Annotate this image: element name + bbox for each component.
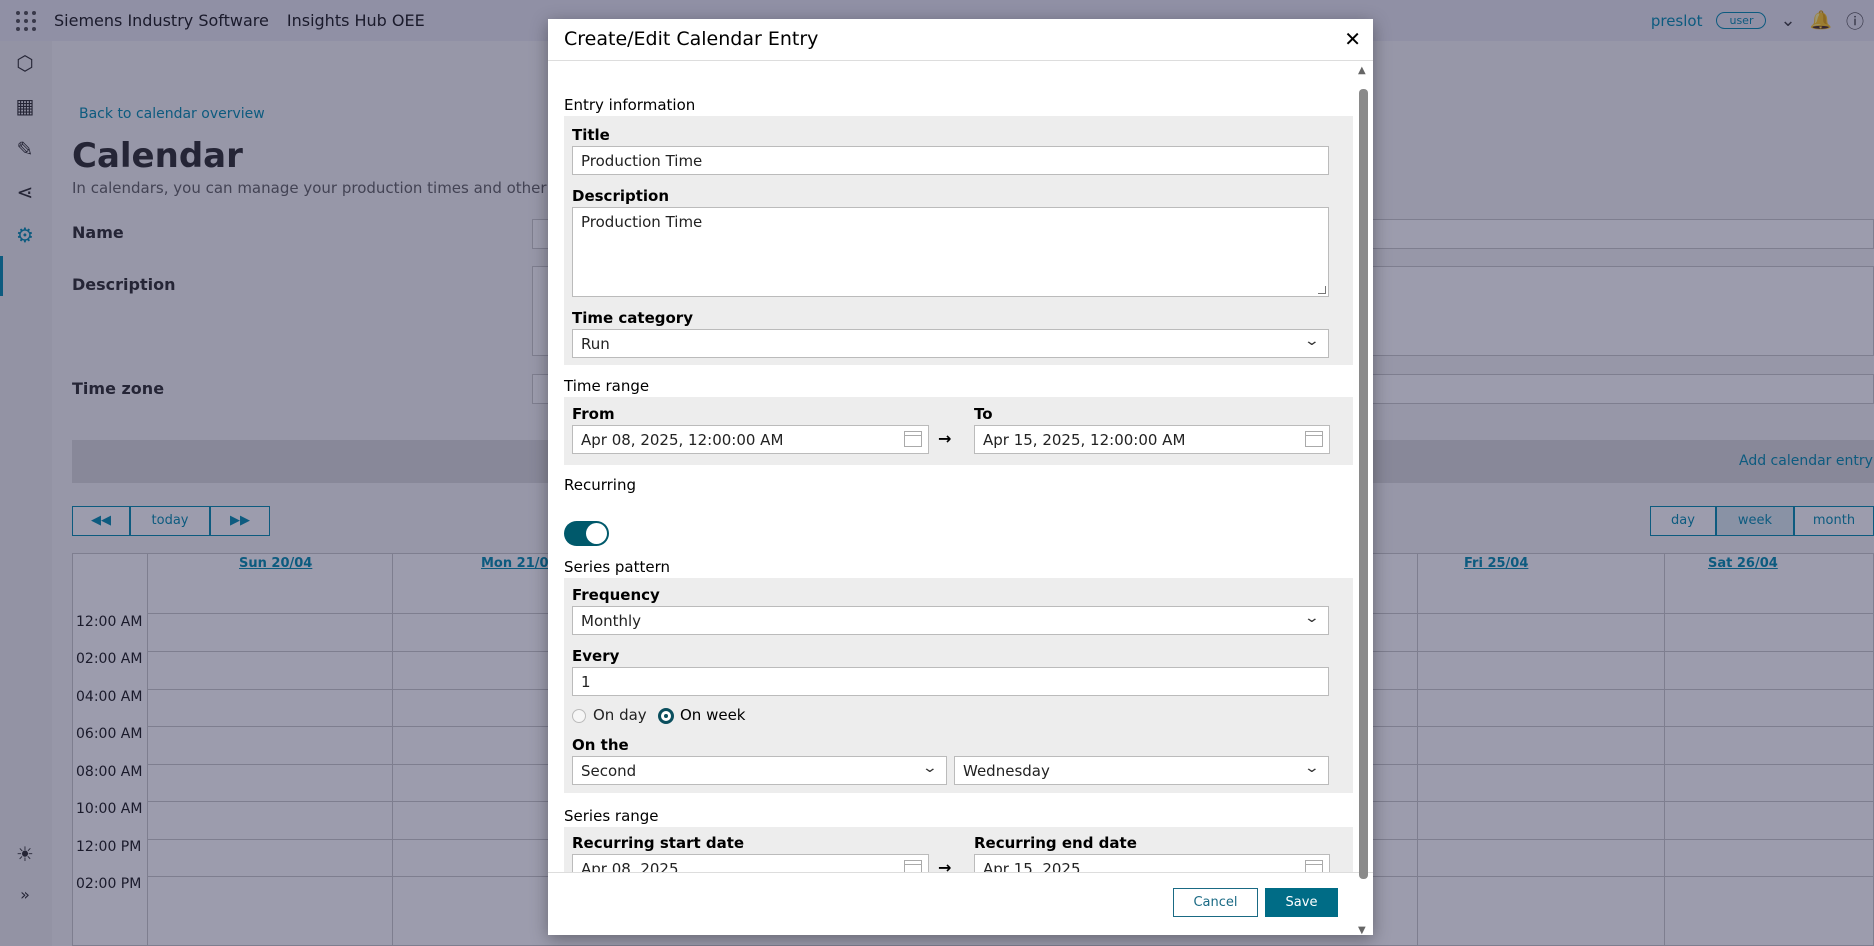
arrow-right-icon: → (938, 429, 952, 448)
to-label: To (974, 405, 993, 423)
end-date-label: Recurring end date (974, 834, 1137, 852)
to-date-value: Apr 15, 2025, 12:00:00 AM (983, 431, 1186, 449)
every-input[interactable]: 1 (572, 667, 1329, 696)
on-week-radio[interactable] (658, 708, 674, 724)
dialog-header: Create/Edit Calendar Entry ✕ (548, 19, 1373, 61)
on-day-radio[interactable] (572, 709, 586, 723)
section-series-pattern: Series pattern (564, 558, 671, 576)
recurring-label: Recurring (564, 476, 636, 494)
on-the-label: On the (572, 736, 629, 754)
scrollbar[interactable]: ▲ ▼ (1354, 61, 1373, 941)
title-label: Title (572, 126, 610, 144)
dialog-body: Entry information Title Production Time … (548, 61, 1373, 891)
on-day-label[interactable]: On day (593, 706, 647, 724)
every-label: Every (572, 647, 620, 665)
title-input[interactable]: Production Time (572, 146, 1329, 175)
chevron-down-icon: ⌄ (1303, 610, 1321, 626)
chevron-down-icon: ⌄ (1303, 333, 1321, 349)
section-time-range: Time range (564, 377, 650, 395)
cancel-button[interactable]: Cancel (1173, 888, 1258, 917)
close-icon[interactable]: ✕ (1344, 27, 1361, 51)
save-button[interactable]: Save (1265, 888, 1338, 917)
resize-handle-icon[interactable] (1318, 286, 1326, 294)
time-category-value: Run (581, 335, 610, 353)
weekday-value: Wednesday (963, 762, 1050, 780)
series-pattern-panel: Frequency Monthly ⌄ Every 1 On day On we… (564, 578, 1353, 793)
start-date-label: Recurring start date (572, 834, 745, 852)
scroll-down-icon[interactable]: ▼ (1358, 925, 1366, 936)
time-category-select[interactable]: Run ⌄ (572, 329, 1329, 358)
from-date-input[interactable]: Apr 08, 2025, 12:00:00 AM (572, 425, 929, 454)
ordinal-select[interactable]: Second ⌄ (572, 756, 947, 785)
calendar-icon[interactable] (904, 431, 922, 447)
recurring-toggle[interactable] (564, 521, 609, 546)
description-value: Production Time (581, 213, 703, 231)
frequency-select[interactable]: Monthly ⌄ (572, 606, 1329, 635)
description-textarea[interactable]: Production Time (572, 207, 1329, 297)
on-week-label[interactable]: On week (680, 706, 746, 724)
scrollbar-thumb[interactable] (1359, 89, 1368, 879)
calendar-icon[interactable] (1305, 431, 1323, 447)
section-series-range: Series range (564, 807, 659, 825)
chevron-down-icon: ⌄ (1303, 760, 1321, 776)
weekday-select[interactable]: Wednesday ⌄ (954, 756, 1329, 785)
ordinal-value: Second (581, 762, 637, 780)
from-date-value: Apr 08, 2025, 12:00:00 AM (581, 431, 784, 449)
calendar-entry-dialog: Create/Edit Calendar Entry ✕ Entry infor… (548, 19, 1373, 936)
frequency-label: Frequency (572, 586, 660, 604)
toggle-knob (586, 523, 607, 544)
from-label: From (572, 405, 615, 423)
dialog-footer: Cancel Save (548, 872, 1373, 935)
time-category-label: Time category (572, 309, 693, 327)
chevron-down-icon: ⌄ (921, 760, 939, 776)
time-range-panel: From Apr 08, 2025, 12:00:00 AM → To Apr … (564, 397, 1353, 465)
scroll-up-icon[interactable]: ▲ (1358, 65, 1366, 76)
frequency-value: Monthly (581, 612, 642, 630)
to-date-input[interactable]: Apr 15, 2025, 12:00:00 AM (974, 425, 1330, 454)
section-entry-information: Entry information (564, 96, 696, 114)
entry-information-panel: Title Production Time Description Produc… (564, 116, 1353, 365)
dialog-title: Create/Edit Calendar Entry (564, 28, 819, 50)
description-label: Description (572, 187, 670, 205)
